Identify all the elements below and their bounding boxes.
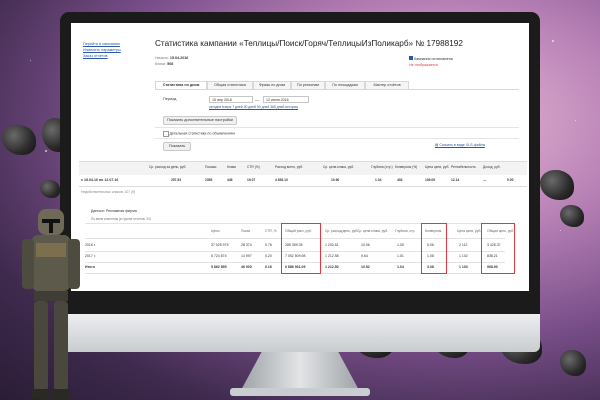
detail-stats-option[interactable]: Детальная статистика по объявлениям (163, 131, 235, 137)
monitor-stand-base (230, 388, 370, 396)
campaign-meta: Начало: 15.04.2016 Клики: 508 (155, 56, 189, 66)
xls-icon: ▤ (435, 143, 439, 147)
summary-row: с 15.04.16 по 12.07.16 257.53 2355 445 1… (79, 176, 527, 187)
asteroid (2, 125, 36, 155)
extra-settings-button[interactable]: Показать дополнительные настройки (163, 116, 237, 125)
invalid-clicks-note: Недействительных кликов: 107 (9) (81, 190, 136, 194)
checkbox-icon[interactable] (163, 131, 169, 137)
date-from-input[interactable]: 15 апр 2016 (209, 96, 253, 103)
date-to-input[interactable]: 12 июля 2016 (263, 96, 309, 103)
monitor: Перейти в кампанию Изменить параметры За… (60, 12, 540, 314)
highlight-total-goal (481, 223, 515, 274)
period-presets[interactable]: сегодня вчера 7 дней 30 дней 90 дней 365… (209, 105, 298, 109)
asteroid (40, 180, 60, 198)
report-subtitle: По всем клиентам (в группе отчетов: 20) (91, 217, 151, 221)
highlight-total-spend (281, 223, 321, 274)
page-title: Статистика кампании «Теплицы/Поиск/Горяч… (155, 39, 463, 48)
show-button[interactable]: Показать (163, 142, 191, 151)
highlight-conversion (421, 223, 447, 274)
left-links: Перейти в кампанию Изменить параметры За… (83, 41, 121, 59)
status-checkbox-icon (409, 56, 413, 60)
report-title: Данные: Рекламная фирма (91, 209, 137, 213)
asteroid (560, 205, 584, 227)
monitor-stand (240, 352, 360, 392)
asteroid (560, 350, 586, 376)
summary-header: Ср. расход за день, руб. Показы Клики CT… (79, 161, 527, 175)
period-label: Период (163, 97, 177, 101)
screen: Перейти в кампанию Изменить параметры За… (71, 23, 529, 291)
asteroid (540, 170, 574, 200)
monitor-chin (60, 314, 540, 352)
campaign-status: Кампания остановлена Не отображается (409, 56, 453, 67)
xls-download-link[interactable]: ▤ Скачать в виде XLS-файла (435, 143, 485, 147)
armored-figure (22, 209, 80, 399)
link-order-reports[interactable]: Заказ отчетов (83, 53, 121, 59)
